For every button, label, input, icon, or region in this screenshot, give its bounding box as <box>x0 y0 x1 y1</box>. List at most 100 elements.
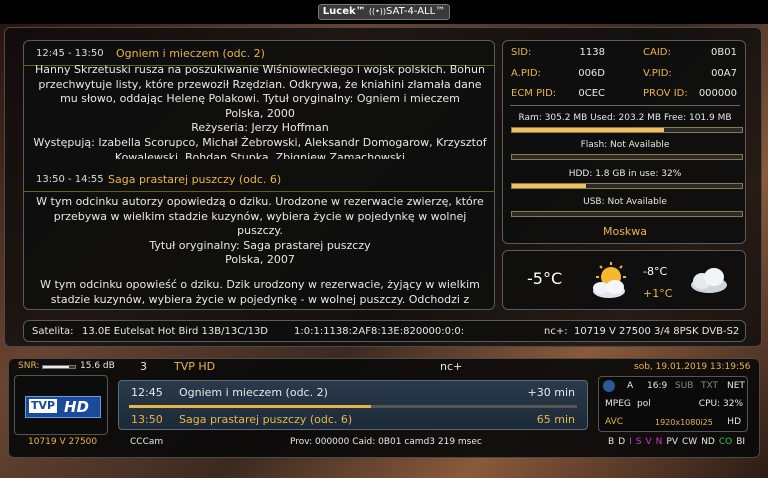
cloud-icon <box>691 268 727 293</box>
cas-flags: B D I S V N PV CW ND CO BI <box>608 437 749 447</box>
weather-panel: -5°C -8°C +1°C <box>502 250 746 310</box>
event-time: 13:50 - 14:55 <box>36 174 104 185</box>
provid-value: 000000 <box>698 88 737 99</box>
transponder-info: 10719 V 27500 3/4 8PSK DVB-S2 <box>574 326 740 337</box>
event-description-extra: W tym odcinku opowieść o dziku. Dzik uro… <box>40 278 480 306</box>
ram-bar-fill <box>512 128 664 132</box>
event-header: 13:50 - 14:55 Saga prastarej puszczy (od… <box>24 169 494 192</box>
antenna-icon: ((•)) <box>368 7 387 16</box>
sun-cloud-icon <box>593 262 626 298</box>
hdd-bar-fill <box>512 184 586 188</box>
vpid-label: V.PID: <box>643 68 672 79</box>
next-title: Saga prastarej puszczy (odc. 6) <box>179 413 353 426</box>
satellite-name: 13.0E Eutelsat Hot Bird 13B/13C/13D <box>82 326 269 337</box>
cam-name: CCCam <box>130 437 164 447</box>
event-title: Saga prastarej puszczy (odc. 6) <box>108 173 282 186</box>
vpid-value: 00A7 <box>711 68 737 79</box>
flag-b: B <box>608 437 615 447</box>
usb-text: USB: Not Available <box>583 197 667 207</box>
system-info-panel: SID: 1138 CAID: 0B01 A.PID: 006D V.PID: … <box>502 40 746 244</box>
apid-value: 006D <box>578 68 605 79</box>
flag-n: N <box>655 437 663 447</box>
hdd-text: HDD: 1.8 GB in use: 32% <box>568 169 682 179</box>
epg-panel: 12:45 - 13:50 Ogniem i mieczem (odc. 2) … <box>23 40 495 310</box>
flag-bi: BI <box>736 437 746 447</box>
tech-info-box: A 16:9 SUB TXT NET MPEG pol CPU: 32% AVC… <box>598 376 748 432</box>
frequency: 10719 V 27500 <box>28 437 98 447</box>
now-remaining: +30 min <box>527 386 575 399</box>
flag-i: I <box>629 437 632 447</box>
satellite-label: Satelita: <box>32 326 74 337</box>
flag-cw: CW <box>682 437 698 447</box>
brand-badge: Lucek™ ((•))SAT-4-ALL™ <box>317 4 451 20</box>
weather-city: Moskwa <box>602 225 648 238</box>
subtitle-indicator: SUB <box>675 381 694 391</box>
snr-label: SNR: <box>18 361 40 371</box>
ram-text: Ram: 305.2 MB Used: 203.2 MB Free: 101.9… <box>518 113 732 123</box>
sid-value: 1138 <box>579 47 605 58</box>
event-title: Ogniem i mieczem (odc. 2) <box>116 47 265 60</box>
event-progress-bar <box>129 405 577 408</box>
teletext-indicator: TXT <box>701 381 719 391</box>
next-time: 13:50 <box>131 413 163 426</box>
audio-language: pol <box>637 399 651 409</box>
snr-bar-fill <box>43 366 69 368</box>
flash-bar <box>511 154 743 160</box>
caid-label: CAID: <box>643 47 671 58</box>
caid-value: 0B01 <box>711 47 737 58</box>
sid-label: SID: <box>511 47 532 58</box>
ecmpid-label: ECM PID: <box>511 88 557 99</box>
event-time: 12:45 - 13:50 <box>36 48 104 59</box>
channel-name: TVP HD <box>174 360 216 373</box>
window-title: Lucek™ ((•))SAT-4-ALL™ <box>0 0 768 24</box>
hdd-bar <box>511 183 743 189</box>
event-description: W tym odcinku autorzy opowiedzą o dziku.… <box>36 195 484 270</box>
channel-logo: TVP HD <box>14 375 108 435</box>
globe-icon <box>603 380 615 392</box>
date-time: sob, 19.01.2019 13:19:56 <box>634 362 751 372</box>
provid-label: PROV ID: <box>643 88 688 99</box>
ram-bar <box>511 127 743 133</box>
audio-codec: MPEG <box>605 399 631 409</box>
audio-indicator: A <box>627 381 634 391</box>
event-progress-fill <box>129 405 371 408</box>
ecmpid-value: 0CEC <box>578 88 605 99</box>
usb-bar <box>511 211 743 217</box>
brand-tag: SAT-4-ALL™ <box>386 6 446 17</box>
network-indicator: NET <box>727 381 745 391</box>
service-reference: 1:0:1:1138:2AF8:13E:820000:0:0: <box>294 326 465 337</box>
flag-co: CO <box>718 437 733 447</box>
event-description: Hanny Skrzetuski rusza na poszukiwanie W… <box>33 63 487 159</box>
hd-indicator: HD <box>727 417 741 427</box>
flag-s: S <box>635 437 642 447</box>
channel-provider: nc+ <box>440 360 463 373</box>
video-codec: AVC <box>605 417 624 427</box>
now-title: Ogniem i mieczem (odc. 2) <box>179 386 328 399</box>
cam-info: Prov: 000000 Caid: 0B01 camd3 219 msec <box>290 437 482 447</box>
cpu-usage: CPU: 32% <box>698 399 743 409</box>
snr-value: 15.6 dB <box>80 361 115 371</box>
video-resolution: 1920x1080i25 <box>655 418 713 427</box>
provider-label: nc+: <box>544 326 568 337</box>
flag-v: V <box>645 437 652 447</box>
satellite-info-bar: Satelita: 13.0E Eutelsat Hot Bird 13B/13… <box>23 320 746 342</box>
current-temperature: -5°C <box>527 269 563 288</box>
high-temperature: +1°C <box>643 287 673 300</box>
aspect-ratio: 16:9 <box>647 381 668 391</box>
apid-label: A.PID: <box>511 68 541 79</box>
flash-text: Flash: Not Available <box>580 140 670 150</box>
logo-tvp-text: TVP <box>29 399 58 413</box>
now-next-events: 12:45 Ogniem i mieczem (odc. 2) +30 min … <box>118 380 588 430</box>
divider <box>510 105 740 106</box>
low-temperature: -8°C <box>643 265 668 278</box>
tvp-hd-logo: TVP HD <box>25 396 101 418</box>
channel-number: 3 <box>140 360 147 373</box>
flag-pv: PV <box>666 437 678 447</box>
flag-nd: ND <box>701 437 715 447</box>
flag-d: D <box>618 437 626 447</box>
snr-bar <box>42 365 76 369</box>
logo-hd-text: HD <box>64 398 90 416</box>
now-time: 12:45 <box>131 386 163 399</box>
next-duration: 65 min <box>536 413 575 426</box>
brand-name: Lucek™ <box>322 6 366 17</box>
